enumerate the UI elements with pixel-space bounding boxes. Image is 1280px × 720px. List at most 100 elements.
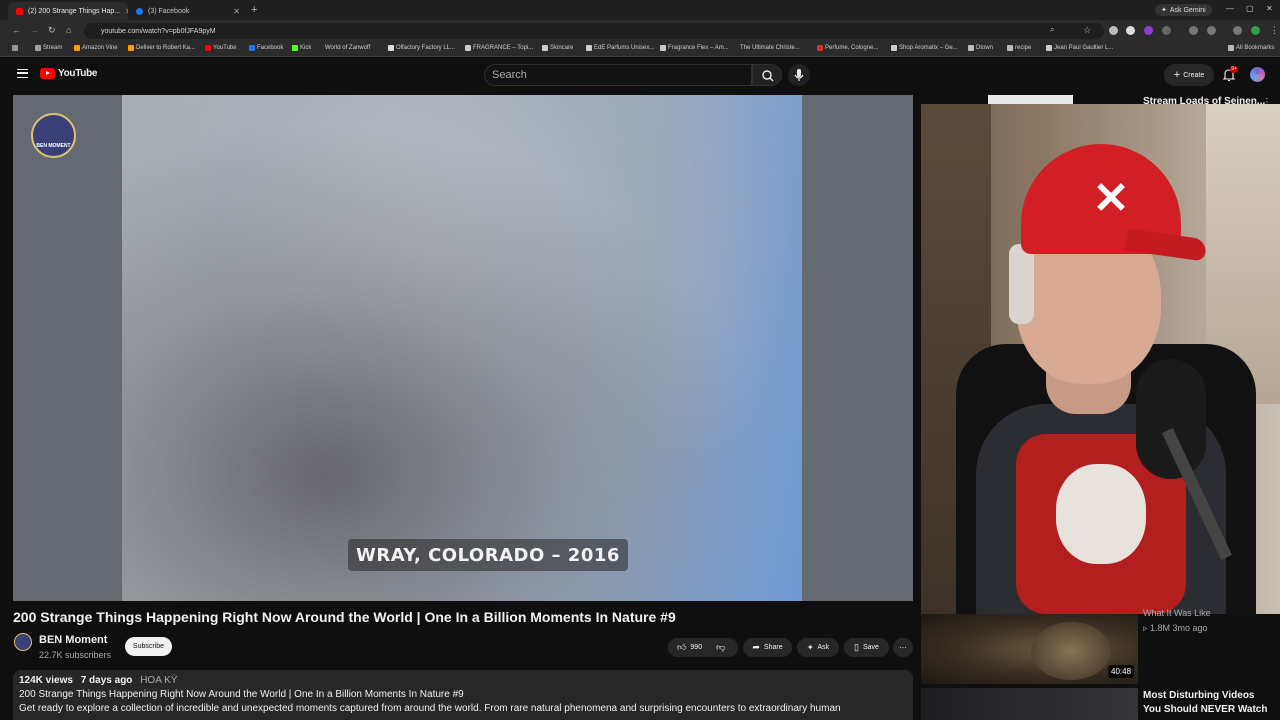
bookmark-item[interactable]: Kick: [292, 45, 311, 51]
subscribe-button[interactable]: Subscribe: [125, 637, 172, 656]
forward-icon[interactable]: →: [30, 25, 39, 35]
video-duration-badge: 40:48: [1108, 665, 1135, 678]
history-icon[interactable]: [1207, 26, 1216, 35]
webcam-overlay: ✕: [921, 104, 1280, 614]
recommendation-thumbnail[interactable]: [988, 95, 1073, 104]
ask-gemini-button[interactable]: ✦ Ask Gemini: [1155, 4, 1212, 16]
bookmark-item[interactable]: World of Zanwoff: [325, 45, 370, 51]
channel-watermark[interactable]: BEN MOMENT: [31, 113, 76, 158]
microphone-icon: [794, 69, 804, 81]
channel-name[interactable]: BEN Moment: [39, 634, 107, 646]
reload-icon[interactable]: ↻: [48, 25, 56, 36]
bookmark-item[interactable]: Olfactory Factory LL...: [388, 45, 455, 51]
bookmarks-bar: Stream Amazon Vine Deliver to Robert Ka.…: [0, 42, 1280, 57]
home-icon[interactable]: ⌂: [66, 25, 71, 35]
recommendation-thumbnail[interactable]: [921, 688, 1138, 720]
tab-facebook[interactable]: (3) Facebook ✕: [128, 2, 248, 20]
zoom-icon[interactable]: ⌕: [1050, 25, 1054, 35]
recommendation-meta: ▹ 1.8M 3mo ago: [1143, 623, 1208, 633]
subscriber-count: 22.7K subscribers: [39, 650, 112, 660]
bookmark-item[interactable]: Shop Aromatix – Ge...: [891, 45, 958, 51]
more-horizontal-icon: ⋯: [899, 644, 907, 652]
tab-youtube[interactable]: (2) 200 Strange Things Hap... ✕: [8, 2, 128, 20]
all-bookmarks-folder[interactable]: All Bookmarks: [1228, 45, 1274, 51]
profile-icon[interactable]: [1251, 26, 1260, 35]
back-icon[interactable]: ←: [12, 25, 21, 35]
video-caption-overlay: WRAY, COLORADO – 2016: [348, 539, 628, 571]
address-bar[interactable]: youtube.com/watch?v=pb0fJFA9pyM: [84, 23, 1104, 39]
like-button[interactable]: 👍︎ 990: [677, 642, 702, 653]
like-count: 990: [690, 644, 703, 651]
search-button[interactable]: [752, 64, 782, 86]
video-stats: 124K views 7 days ago HOA KỲ: [19, 675, 907, 686]
minimize-icon[interactable]: —: [1226, 4, 1234, 13]
watermark-text: BEN MOMENT: [36, 143, 71, 149]
search-placeholder: Search: [492, 69, 527, 81]
bookmark-item[interactable]: Perfume, Cologne...: [817, 45, 878, 51]
bookmark-item[interactable]: YouTube: [205, 45, 237, 51]
like-dislike-group: 👍︎ 990 👎︎: [668, 638, 738, 657]
more-actions-button[interactable]: ⋯: [893, 638, 913, 657]
description-line: Get ready to explore a collection of inc…: [19, 703, 841, 714]
bookmark-folder[interactable]: recipe: [1007, 45, 1031, 51]
caption-text: WRAY, COLORADO – 2016: [356, 544, 620, 566]
user-avatar[interactable]: [1250, 67, 1265, 82]
create-button[interactable]: + Create: [1164, 64, 1214, 86]
thumbs-down-icon: 👎︎: [716, 642, 726, 652]
recommendation-title[interactable]: Most Disturbing Videos You Should NEVER …: [1143, 689, 1273, 717]
view-count: 124K views: [19, 675, 73, 686]
ask-label: Ask: [817, 644, 830, 651]
maximize-icon[interactable]: ▢: [1246, 4, 1254, 13]
search-input[interactable]: Search: [484, 64, 752, 86]
bookmark-item[interactable]: FRAGRANCE – Topi...: [465, 45, 533, 51]
bookmark-item[interactable]: Jean Paul Gaultier L...: [1046, 45, 1113, 51]
apps-icon[interactable]: [12, 45, 18, 51]
tab-label: (3) Facebook: [148, 7, 190, 15]
bookmark-item[interactable]: Fragrance Flex – Am...: [660, 45, 729, 51]
close-tab-icon[interactable]: ✕: [233, 7, 240, 16]
bookmark-item[interactable]: EdE Parfums Unisex...: [586, 45, 654, 51]
youtube-logo[interactable]: YouTube: [40, 68, 98, 79]
extension-icon[interactable]: [1189, 26, 1198, 35]
extensions-menu-icon[interactable]: [1162, 26, 1171, 35]
bookmark-item[interactable]: Facebook: [249, 45, 283, 51]
bookmark-folder[interactable]: Dtown: [968, 45, 993, 51]
bookmark-star-icon[interactable]: ☆: [1083, 25, 1091, 36]
plus-icon: +: [1173, 69, 1181, 81]
bookmark-item[interactable]: The Ultimate Christe...: [740, 45, 800, 51]
extension-icon[interactable]: [1109, 26, 1118, 35]
dislike-button[interactable]: 👎︎: [716, 642, 725, 653]
bookmark-item[interactable]: Deliver to Robert Ka...: [128, 45, 195, 51]
video-frame: [122, 95, 802, 601]
video-player[interactable]: BEN MOMENT WRAY, COLORADO – 2016: [13, 95, 913, 601]
new-tab-button[interactable]: +: [251, 4, 257, 16]
extension-icon[interactable]: [1144, 26, 1153, 35]
bookmark-item[interactable]: Stream: [35, 45, 62, 51]
bookmark-icon: ▯: [854, 642, 859, 652]
browser-toolbar: ← → ↻ ⌂ youtube.com/watch?v=pb0fJFA9pyM …: [0, 20, 1280, 42]
ask-button[interactable]: ✦ Ask: [797, 638, 839, 657]
recommendation-title[interactable]: What It Was Like: [1143, 608, 1211, 618]
logo-text: YouTube: [58, 68, 98, 79]
gemini-icon: ✦: [1161, 7, 1167, 14]
save-label: Save: [862, 644, 879, 651]
bookmark-item[interactable]: Amazon Vine: [74, 45, 118, 51]
save-button[interactable]: ▯ Save: [844, 638, 889, 657]
browser-menu-icon[interactable]: ⋮: [1270, 25, 1279, 36]
tab-label: (2) 200 Strange Things Hap...: [28, 7, 121, 15]
video-description[interactable]: 124K views 7 days ago HOA KỲ 200 Strange…: [13, 670, 913, 720]
menu-icon[interactable]: [17, 69, 28, 78]
share-button[interactable]: ➦ Share: [743, 638, 792, 657]
channel-avatar[interactable]: [14, 633, 32, 651]
close-window-icon[interactable]: ✕: [1266, 4, 1273, 13]
sparkle-icon: ✦: [806, 643, 814, 652]
location-tag[interactable]: HOA KỲ: [140, 675, 177, 686]
extension-icon[interactable]: [1126, 26, 1135, 35]
downloads-icon[interactable]: [1233, 26, 1242, 35]
voice-search-button[interactable]: [788, 64, 810, 86]
bookmark-item[interactable]: Skincare: [542, 45, 573, 51]
url-text: youtube.com/watch?v=pb0fJFA9pyM: [101, 27, 216, 35]
recommendation-thumbnail[interactable]: [921, 614, 1138, 684]
share-icon: ➦: [752, 642, 760, 652]
video-title: 200 Strange Things Happening Right Now A…: [13, 609, 676, 625]
